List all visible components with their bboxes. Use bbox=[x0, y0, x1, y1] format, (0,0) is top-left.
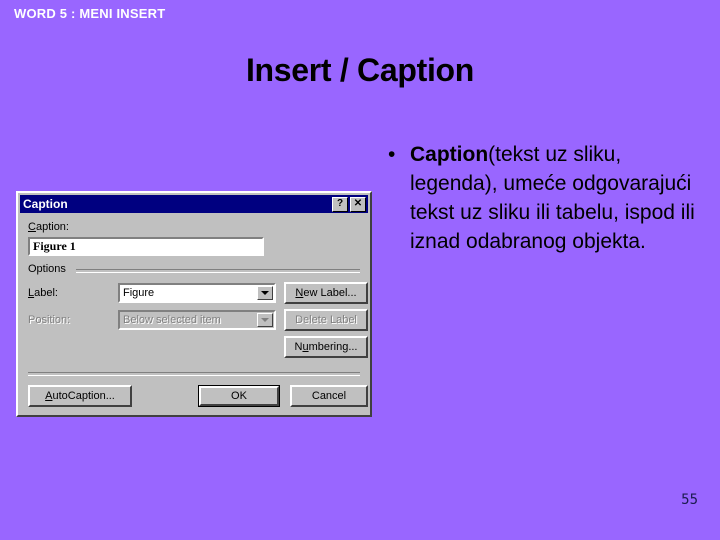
delete-label-button: Delete Label bbox=[284, 309, 368, 331]
chevron-down-icon[interactable] bbox=[257, 286, 273, 300]
help-icon[interactable]: ? bbox=[332, 196, 348, 212]
page-number: 55 bbox=[681, 492, 698, 508]
position-field-label: Position: bbox=[28, 314, 71, 326]
close-icon[interactable]: ✕ bbox=[350, 196, 366, 212]
ok-button[interactable]: OK bbox=[198, 385, 280, 407]
bullet-marker-icon: • bbox=[388, 143, 396, 166]
cancel-button[interactable]: Cancel bbox=[290, 385, 368, 407]
dialog-client-area: Caption: Figure 1 Options Label: Figure … bbox=[20, 215, 368, 413]
dialog-title-text: Caption bbox=[23, 197, 68, 211]
position-combobox-value: Below selected item bbox=[123, 314, 221, 326]
list-item-bold-lead: Caption bbox=[410, 143, 489, 166]
numbering-button[interactable]: Numbering... bbox=[284, 336, 368, 358]
position-combobox: Below selected item bbox=[118, 310, 276, 330]
caption-input-value: Figure 1 bbox=[33, 239, 76, 253]
label-field-label: Label: bbox=[28, 287, 58, 299]
label-combobox-value: Figure bbox=[123, 287, 155, 299]
slide-header-title: WORD 5 : MENI INSERT bbox=[14, 6, 166, 21]
new-label-button[interactable]: New Label... bbox=[284, 282, 368, 304]
chevron-down-icon bbox=[257, 313, 273, 327]
ok-button-label: OK bbox=[199, 386, 279, 406]
bottom-divider bbox=[28, 372, 360, 376]
body-text-block: • Caption(tekst uz sliku, legenda), umeć… bbox=[388, 140, 706, 256]
autocaption-button[interactable]: AutoCaption... bbox=[28, 385, 132, 407]
caption-field-label: Caption: bbox=[28, 221, 69, 233]
caption-input[interactable]: Figure 1 bbox=[28, 237, 264, 256]
page-title: Insert / Caption bbox=[245, 52, 475, 88]
options-group-label: Options bbox=[28, 263, 66, 275]
options-group-divider bbox=[76, 269, 360, 273]
caption-dialog: Caption ? ✕ Caption: Figure 1 Options La… bbox=[16, 191, 372, 417]
label-combobox[interactable]: Figure bbox=[118, 283, 276, 303]
dialog-titlebar[interactable]: Caption ? ✕ bbox=[20, 195, 368, 213]
list-item: • Caption(tekst uz sliku, legenda), umeć… bbox=[388, 140, 706, 256]
list-item-text: Caption(tekst uz sliku, legenda), umeće … bbox=[410, 140, 706, 256]
